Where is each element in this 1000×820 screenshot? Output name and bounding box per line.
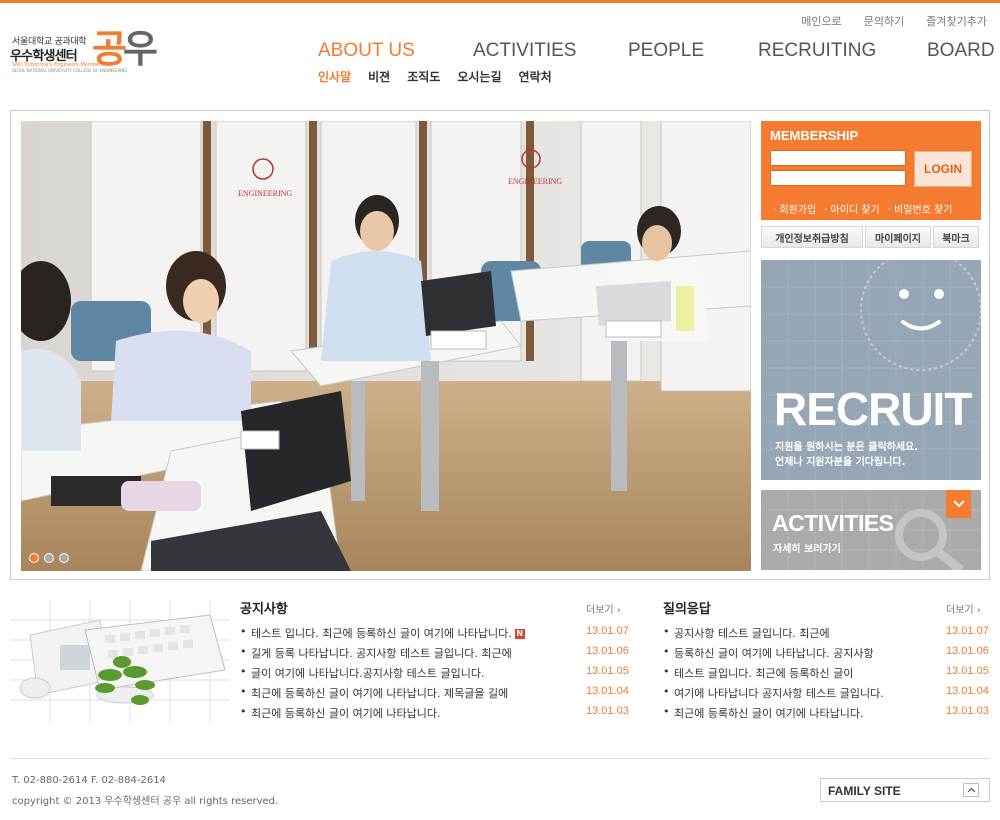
notice-item-subject[interactable]: 최근에 등록하신 글이 여기에 나타납니다. bbox=[251, 705, 441, 721]
find-id-link[interactable]: · 아이디 찾기 bbox=[824, 201, 880, 216]
nav-people[interactable]: PEOPLE bbox=[628, 40, 704, 62]
qna-item-subject[interactable]: 공지사항 테스트 글입니다. 최근에 bbox=[674, 625, 830, 641]
notice-more-link[interactable]: 더보기 › bbox=[586, 601, 621, 616]
membership-links: · 회원가입 · 아이디 찾기 · 비밀번호 찾기 bbox=[773, 201, 952, 216]
top-accent-bar bbox=[0, 0, 1000, 3]
notice-item-subject[interactable]: 테스트 입니다. 최근에 등록하신 글이 여기에 나타납니다. N bbox=[251, 625, 525, 641]
qna-title: 질의응답 bbox=[663, 602, 711, 617]
subnav-directions[interactable]: 오시는길 bbox=[457, 68, 501, 85]
recruit-description-line2: 언제나 지원자분을 기다립니다. bbox=[775, 457, 906, 468]
slide-dot-1[interactable] bbox=[29, 553, 39, 563]
subnav-greeting[interactable]: 인사말 bbox=[318, 68, 351, 85]
chevron-down-icon[interactable] bbox=[946, 490, 971, 518]
slide-dot-2[interactable] bbox=[44, 553, 54, 563]
subnav-organization[interactable]: 조직도 bbox=[407, 68, 440, 85]
activities-banner[interactable]: ACTIVITIES 자세히 보러가기 bbox=[761, 490, 981, 570]
qna-item-date: 13.01.03 bbox=[946, 705, 989, 717]
bookmark-button[interactable]: 북마크 bbox=[933, 226, 979, 248]
notice-item-subject[interactable]: 글이 여기에 나타납니다.공지사항 테스트 글입니다. bbox=[251, 665, 485, 681]
qna-item-subject[interactable]: 등록하신 글이 여기에 나타납니다. 공지사항 bbox=[674, 645, 874, 661]
mypage-button[interactable]: 마이페이지 bbox=[865, 226, 931, 248]
logo-mark-char1: 공 bbox=[92, 27, 127, 71]
notice-board: 공지사항 더보기 › • 테스트 입니다. 최근에 등록하신 글이 여기에 나타… bbox=[240, 598, 630, 728]
notice-item-subject[interactable]: 최근에 등록하신 글이 여기에 나타납니다. 제목글을 길에 bbox=[251, 685, 508, 701]
qna-item-date: 13.01.06 bbox=[946, 645, 989, 657]
engineering-sign-1: ENGINEERING bbox=[238, 189, 292, 198]
login-button[interactable]: LOGIN bbox=[914, 151, 972, 187]
family-site-label: FAMILY SITE bbox=[828, 784, 901, 798]
notice-item-date: 13.01.06 bbox=[586, 645, 629, 657]
engineering-sign-2: ENGINEERING bbox=[508, 177, 562, 186]
site-logo[interactable]: 서울대학교 공과대학 우수학생센터 SNU Tomorrow's Enginee… bbox=[10, 20, 170, 80]
footer-copyright: copyright © 2013 우수학생센터 공우 all rights re… bbox=[12, 796, 279, 807]
user-id-input[interactable] bbox=[770, 150, 906, 166]
password-input[interactable] bbox=[770, 170, 906, 186]
footer-contact: T. 02-880-2614 F. 02-884-2614 bbox=[12, 775, 166, 786]
membership-login-box: MEMBERSHIP LOGIN · 회원가입 · 아이디 찾기 · 비밀번호 … bbox=[761, 121, 981, 220]
main-visual-photo: ENGINEERING ENGINEERING bbox=[21, 121, 751, 571]
nav-board[interactable]: BOARD bbox=[927, 40, 995, 62]
recruit-description-line1: 지원을 원하시는 분은 클릭하세요. bbox=[775, 442, 919, 453]
quick-links: 개인정보취급방침 마이페이지 북마크 bbox=[761, 226, 981, 248]
classroom-photo-illustration: ENGINEERING ENGINEERING bbox=[21, 121, 751, 571]
family-site-select[interactable]: FAMILY SITE bbox=[820, 778, 990, 802]
notice-item-date: 13.01.07 bbox=[586, 625, 629, 637]
footer-divider bbox=[10, 758, 990, 759]
slide-dot-3[interactable] bbox=[59, 553, 69, 563]
subnav-vision[interactable]: 비젼 bbox=[368, 68, 390, 85]
qna-item-date: 13.01.05 bbox=[946, 665, 989, 677]
sub-navigation: 인사말 비젼 조직도 오시는길 연락처 bbox=[318, 68, 569, 85]
qna-item-date: 13.01.07 bbox=[946, 625, 989, 637]
subnav-contact[interactable]: 연락처 bbox=[519, 68, 552, 85]
find-password-link[interactable]: · 비밀번호 찾기 bbox=[888, 201, 953, 216]
nav-recruiting[interactable]: RECRUITING bbox=[758, 40, 876, 62]
main-navigation: ABOUT US ACTIVITIES PEOPLE RECRUITING BO… bbox=[318, 40, 995, 66]
chevron-up-icon[interactable] bbox=[963, 783, 979, 797]
qna-item-date: 13.01.04 bbox=[946, 685, 989, 697]
notice-item-date: 13.01.05 bbox=[586, 665, 629, 677]
util-link-contact[interactable]: 문의하기 bbox=[864, 13, 904, 29]
util-link-home[interactable]: 메인으로 bbox=[801, 13, 841, 29]
notice-item-subject[interactable]: 길게 등록 나타납니다. 공지사항 테스트 글입니다. 최근에 bbox=[251, 645, 512, 661]
slide-indicator bbox=[29, 553, 69, 563]
main-visual-frame: ENGINEERING ENGINEERING MEMBERSHIP LOGIN… bbox=[10, 110, 990, 580]
utility-links: 메인으로 문의하기 즐겨찾기추가 bbox=[779, 13, 987, 29]
activities-description: 자세히 보러가기 bbox=[773, 544, 841, 555]
notice-item-date: 13.01.04 bbox=[586, 685, 629, 697]
qna-board: 질의응답 더보기 › • 공지사항 테스트 글입니다. 최근에 13.01.07… bbox=[663, 598, 990, 728]
recruit-title: RECRUIT bbox=[774, 383, 972, 435]
recruit-banner[interactable]: RECRUIT 지원을 원하시는 분은 클릭하세요. 언제나 지원자분을 기다립… bbox=[761, 260, 981, 480]
privacy-policy-button[interactable]: 개인정보취급방침 bbox=[761, 226, 863, 248]
qna-item-subject[interactable]: 최근에 등록하신 글이 여기에 나타납니다. bbox=[674, 705, 864, 721]
keyboard-plant-illustration bbox=[10, 600, 230, 722]
logo-mark: 공우 bbox=[92, 24, 158, 74]
membership-title: MEMBERSHIP bbox=[770, 128, 859, 143]
util-link-bookmark[interactable]: 즐겨찾기추가 bbox=[926, 13, 987, 29]
notice-title: 공지사항 bbox=[240, 602, 288, 617]
activities-title: ACTIVITIES bbox=[772, 510, 894, 536]
notice-item-date: 13.01.03 bbox=[586, 705, 629, 717]
new-badge-icon: N bbox=[514, 629, 525, 639]
nav-activities[interactable]: ACTIVITIES bbox=[473, 40, 576, 62]
qna-more-link[interactable]: 더보기 › bbox=[946, 601, 981, 616]
qna-item-subject[interactable]: 여기에 나타납니다 공지사항 테스트 글입니다. bbox=[674, 685, 884, 701]
nav-about-us[interactable]: ABOUT US bbox=[318, 40, 415, 62]
qna-item-subject[interactable]: 테스트 글입니다. 최근에 등록하신 글이 bbox=[674, 665, 853, 681]
signup-link[interactable]: · 회원가입 bbox=[773, 201, 816, 216]
logo-mark-char2: 우 bbox=[122, 27, 158, 71]
